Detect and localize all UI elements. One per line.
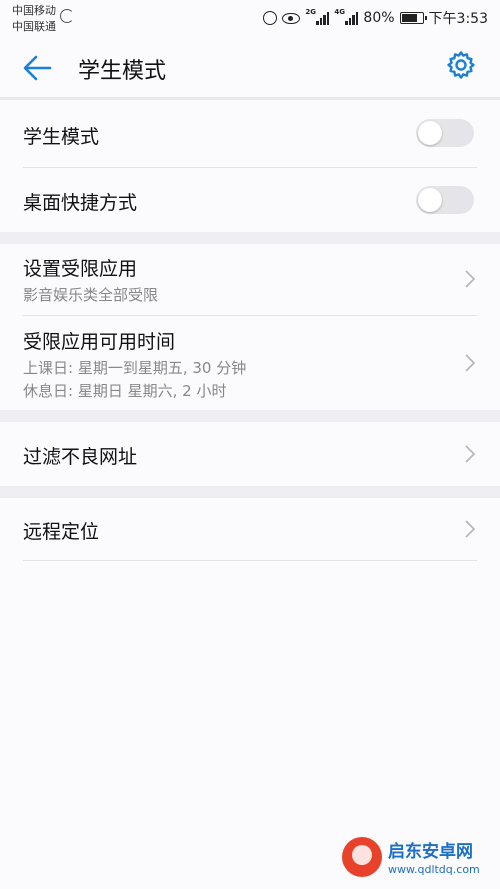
battery-percent: 80% — [363, 10, 395, 26]
clock: 下午3:53 — [428, 11, 488, 27]
toggle-knob — [418, 121, 442, 145]
restricted-apps-label: 设置受限应用 — [23, 258, 138, 280]
status-icons: 2G 4G 80% 下午3:53 — [263, 8, 488, 28]
url-filter-row[interactable]: 过滤不良网址 — [0, 422, 500, 486]
status-bar: 中国移动 中国联通 2G 4G 80% 下午3:53 — [0, 0, 500, 36]
remote-locate-label: 远程定位 — [23, 521, 100, 543]
url-filter-label: 过滤不良网址 — [23, 446, 138, 468]
signal-icon-sim1: 2G — [305, 8, 330, 25]
signal-2-label: 4G — [334, 8, 346, 16]
restricted-apps-row[interactable]: 设置受限应用 影音娱乐类全部受限 — [0, 244, 500, 315]
desktop-shortcut-label: 桌面快捷方式 — [23, 192, 138, 214]
chevron-right-icon — [465, 520, 476, 538]
watermark-url: www.qdltdq.com — [388, 863, 480, 876]
page-title: 学生模式 — [78, 59, 167, 84]
sync-icon — [60, 9, 74, 23]
battery-icon — [399, 12, 427, 24]
watermark: 启东安卓网 www.qdltdq.com — [342, 835, 492, 883]
app-header: 学生模式 — [0, 36, 500, 98]
section-gap — [0, 486, 500, 498]
app-time-label: 受限应用可用时间 — [23, 331, 176, 353]
chevron-right-icon — [465, 270, 476, 288]
chevron-right-icon — [465, 445, 476, 463]
remote-locate-row[interactable]: 远程定位 — [0, 498, 500, 560]
desktop-shortcut-row[interactable]: 桌面快捷方式 — [0, 168, 500, 232]
chevron-right-icon — [465, 354, 476, 372]
section-gap — [0, 410, 500, 422]
eye-comfort-icon — [282, 12, 301, 24]
gear-icon[interactable] — [446, 50, 476, 80]
alarm-icon — [263, 11, 278, 25]
signal-icon-sim2: 4G — [334, 8, 359, 25]
watermark-name: 启东安卓网 — [388, 842, 473, 862]
signal-1-label: 2G — [305, 8, 317, 16]
back-arrow-icon[interactable] — [20, 52, 54, 84]
student-mode-row[interactable]: 学生模式 — [0, 100, 500, 167]
watermark-logo — [342, 837, 382, 877]
restricted-apps-sub: 影音娱乐类全部受限 — [23, 286, 159, 304]
carrier-1: 中国移动 — [12, 4, 56, 17]
app-time-school-days: 上课日: 星期一到星期五, 30 分钟 — [23, 359, 247, 377]
app-time-row[interactable]: 受限应用可用时间 上课日: 星期一到星期五, 30 分钟 休息日: 星期日 星期… — [0, 316, 500, 410]
divider — [23, 560, 477, 561]
student-mode-label: 学生模式 — [23, 126, 100, 148]
toggle-knob — [418, 188, 442, 212]
app-time-rest-days: 休息日: 星期日 星期六, 2 小时 — [23, 382, 227, 400]
section-gap — [0, 232, 500, 244]
student-mode-toggle[interactable] — [416, 119, 474, 147]
carrier-2: 中国联通 — [12, 20, 56, 33]
desktop-shortcut-toggle[interactable] — [416, 186, 474, 214]
